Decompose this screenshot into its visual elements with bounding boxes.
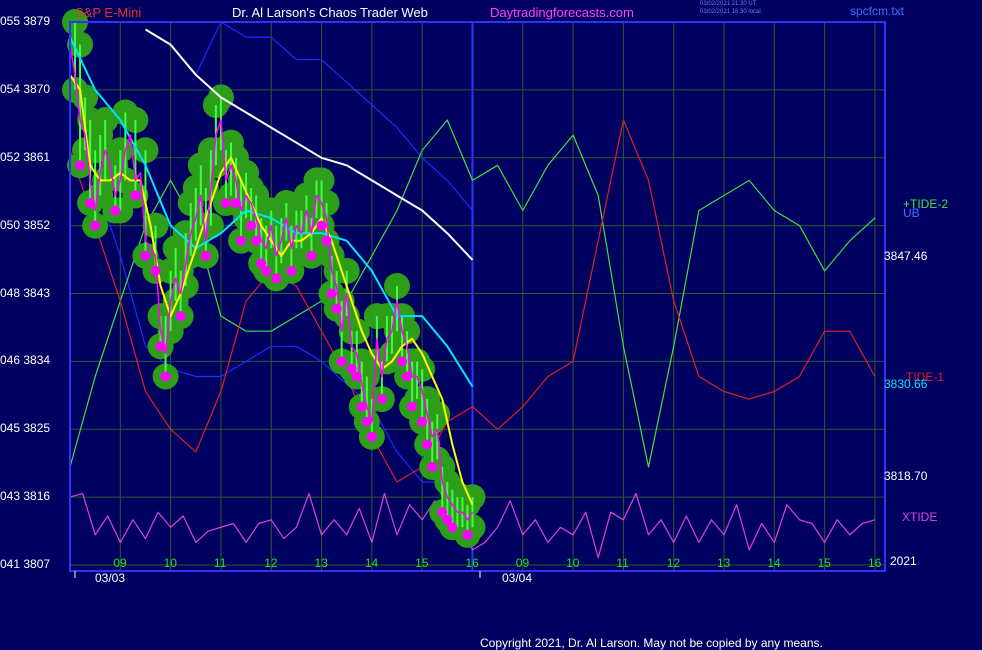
low-dot-43 [306,250,317,261]
x-tick-label-5: 14 [364,556,379,570]
low-dot-49 [336,356,347,367]
low-dot-12 [150,265,161,276]
low-dot-47 [326,288,337,299]
y-tick-label-3: 050 3852 [0,217,51,232]
low-dot-66 [422,439,433,450]
label-xtide: XTIDE [902,510,938,524]
low-dot-1 [75,160,86,171]
timestamp-ut: 03/02/2021 21:30 UT [700,1,757,7]
label-mid-ma-value: 3830.66 [884,377,928,391]
y-tick-label-0: 055 3879 [0,14,51,28]
low-dot-34 [261,265,272,276]
x-tick-label-14: 15 [817,556,831,570]
low-dot-52 [351,371,362,382]
x-tick-label-12: 13 [717,556,731,570]
x-tick-label-3: 12 [264,556,278,570]
x-tick-label-4: 13 [314,556,328,570]
low-dot-4 [90,220,101,231]
timestamp-local: 03/02/2021 16:30 local [700,9,761,15]
instrument-title: S&P E-Mini [75,5,142,20]
low-dot-61 [397,356,408,367]
x-tick-label-7: 16 [465,556,479,570]
x-tick-label-8: 09 [515,556,530,570]
low-dot-65 [417,416,428,427]
chart-title: Dr. Al Larson's Chaos Trader Web [232,5,428,20]
low-dot-17 [175,311,186,322]
low-dot-54 [361,416,372,427]
low-dot-13 [155,341,166,352]
date-label-1: 03/04 [502,571,533,585]
label-ub: UB [903,206,920,220]
low-dot-57 [376,394,387,405]
copyright-notice: Copyright 2021, Dr. Al Larson. May not b… [480,636,823,650]
low-dot-26 [220,198,231,208]
low-dot-14 [160,371,171,382]
label-slow-ma-value: 3847.46 [884,249,928,263]
low-dot-45 [316,220,327,231]
low-dot-55 [366,431,377,442]
low-dot-31 [246,220,257,231]
x-tick-label-13: 14 [767,556,781,570]
low-dot-48 [331,303,342,314]
low-dot-46 [321,235,332,246]
low-dot-62 [402,371,413,382]
y-tick-label-1: 054 3870 [0,81,51,96]
x-tick-label-0: 09 [113,556,127,570]
low-dot-29 [236,235,247,246]
low-dot-22 [200,250,211,261]
y-tick-label-7: 043 3816 [0,489,51,504]
label-year: 2021 [890,554,917,568]
low-dot-71 [447,522,458,533]
y-tick-label-4: 048 3843 [0,285,51,300]
y-tick-label-6: 045 3825 [0,421,51,436]
low-dot-39 [286,265,297,276]
x-tick-label-6: 15 [415,556,429,570]
y-tick-label-8: 041 3807 [0,557,51,571]
x-tick-label-2: 11 [213,556,227,570]
low-dot-63 [407,401,418,412]
chart-canvas [62,9,886,578]
low-dot-53 [356,401,367,412]
x-tick-label-1: 10 [163,556,177,570]
low-dot-10 [130,190,141,201]
low-dot-11 [140,250,151,261]
low-dot-67 [427,461,438,472]
x-tick-label-10: 11 [616,556,629,570]
low-dot-7 [110,205,121,216]
low-dot-28 [231,198,242,208]
website-link[interactable]: Daytradingforecasts.com [490,5,634,20]
low-dot-32 [251,235,262,246]
x-tick-label-9: 10 [566,556,580,570]
low-dot-74 [462,529,473,540]
y-tick-label-5: 046 3834 [0,353,51,368]
low-dot-36 [271,273,282,284]
y-tick-label-2: 052 3861 [0,149,51,164]
low-dot-3 [85,198,96,208]
date-label-0: 03/03 [95,571,126,585]
source-file: spcfcm.txt [850,4,905,18]
label-low-value: 3818.70 [884,469,928,483]
x-tick-label-15: 16 [867,556,882,570]
x-tick-label-11: 12 [666,556,681,570]
